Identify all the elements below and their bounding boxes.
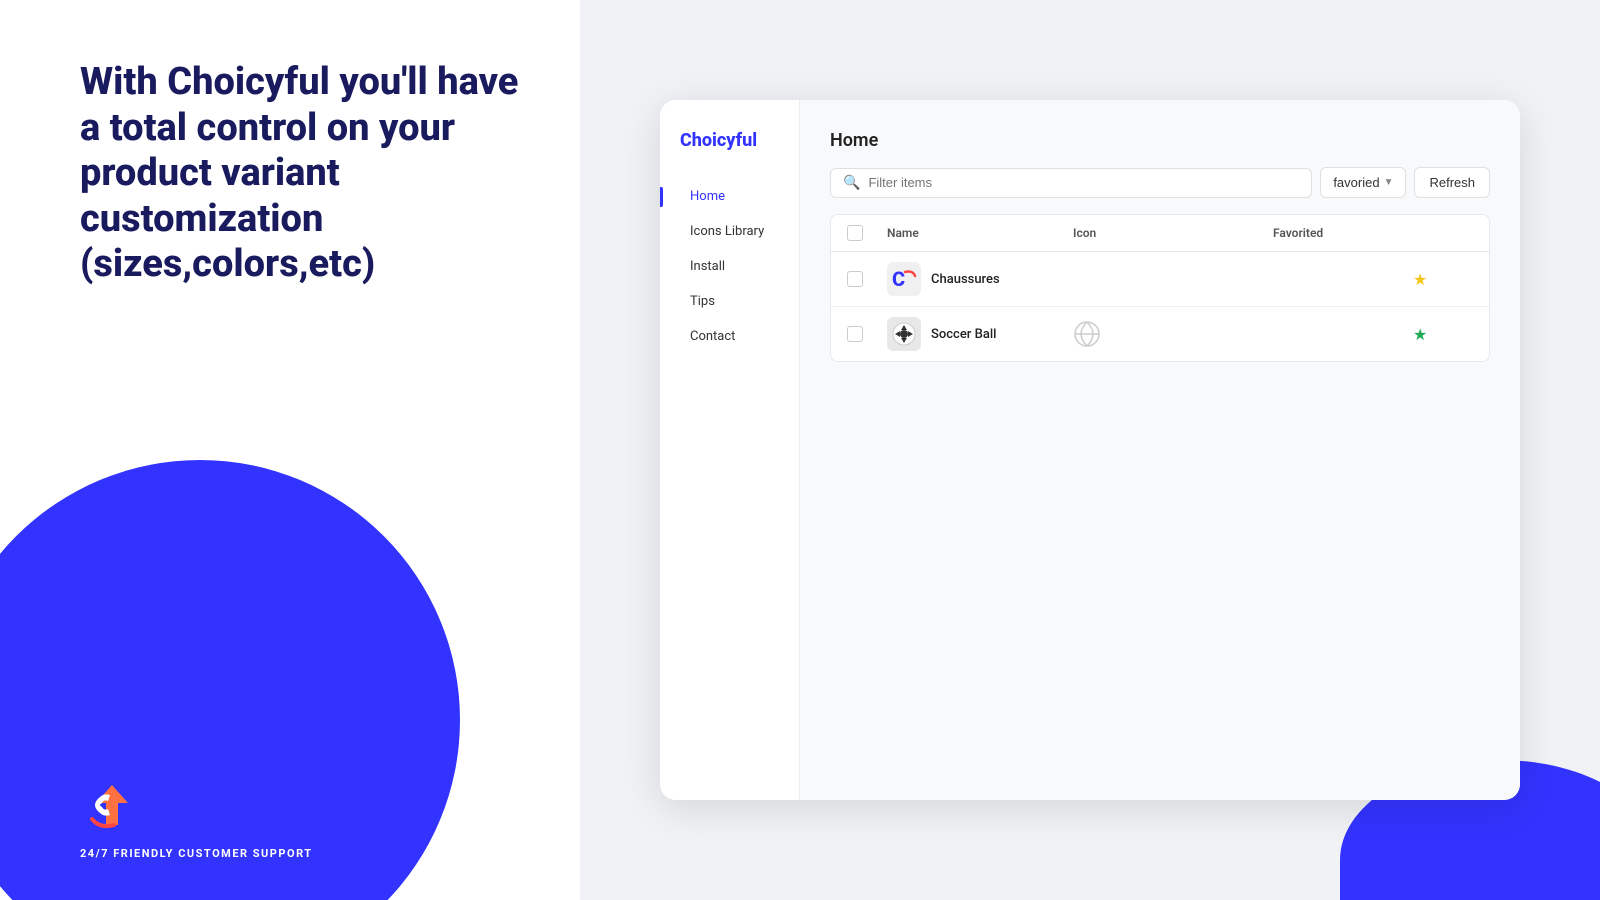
row2-checkbox[interactable] xyxy=(847,326,863,342)
page-title: Home xyxy=(830,130,1490,151)
headline: With Choicyful you'll have a total contr… xyxy=(80,60,530,288)
row1-thumbnail: C xyxy=(887,262,921,296)
sidebar-item-home[interactable]: Home xyxy=(680,181,779,212)
main-content: Home 🔍 favoried ▼ Refresh xyxy=(800,100,1520,800)
chevron-down-icon: ▼ xyxy=(1384,177,1394,188)
row1-name-cell: C Chaussures xyxy=(887,262,1073,296)
row1-checkbox-cell xyxy=(847,271,887,287)
sidebar: Choicyful Home Icons Library Install Tip… xyxy=(660,100,800,800)
row1-star-icon[interactable]: ★ xyxy=(1413,270,1427,289)
choicyful-logo-bottom xyxy=(80,775,140,835)
filter-label: favoried xyxy=(1333,175,1379,190)
row2-name-cell: Soccer Ball xyxy=(887,317,1073,351)
svg-text:C: C xyxy=(892,267,905,291)
support-text: 24/7 FRIENDLY CUSTOMER SUPPORT xyxy=(80,847,313,860)
toolbar: 🔍 favoried ▼ Refresh xyxy=(830,167,1490,198)
header-favorited: Favorited xyxy=(1273,226,1413,240)
sidebar-item-contact[interactable]: Contact xyxy=(680,321,779,352)
header-name: Name xyxy=(887,226,1073,240)
refresh-button[interactable]: Refresh xyxy=(1414,167,1490,198)
sidebar-item-tips[interactable]: Tips xyxy=(680,286,779,317)
header-checkbox-cell xyxy=(847,225,887,241)
sidebar-nav: Home Icons Library Install Tips Contact xyxy=(680,181,779,352)
row2-star-icon[interactable]: ★ xyxy=(1413,325,1427,344)
search-input[interactable] xyxy=(868,175,1299,190)
chaussures-icon: C xyxy=(887,262,921,296)
table-header: Name Icon Favorited xyxy=(831,215,1489,252)
sidebar-logo: Choicyful xyxy=(680,130,779,151)
table-row: Soccer Ball ★ xyxy=(831,307,1489,361)
app-window: Choicyful Home Icons Library Install Tip… xyxy=(660,100,1520,800)
filter-button[interactable]: favoried ▼ xyxy=(1320,167,1406,198)
bottom-left-area: 24/7 FRIENDLY CUSTOMER SUPPORT xyxy=(80,775,313,860)
search-wrapper: 🔍 xyxy=(830,168,1312,198)
row2-name: Soccer Ball xyxy=(931,327,996,342)
right-panel: Choicyful Home Icons Library Install Tip… xyxy=(580,0,1600,900)
sidebar-item-icons-library[interactable]: Icons Library xyxy=(680,216,779,247)
row1-checkbox[interactable] xyxy=(847,271,863,287)
row1-name: Chaussures xyxy=(931,272,1000,287)
sidebar-item-install[interactable]: Install xyxy=(680,251,779,282)
soccer-ball-thumbnail xyxy=(887,317,921,351)
row2-checkbox-cell xyxy=(847,326,887,342)
row2-star-cell[interactable]: ★ xyxy=(1413,325,1473,344)
row2-thumbnail xyxy=(887,317,921,351)
left-panel: With Choicyful you'll have a total contr… xyxy=(0,0,580,900)
basketball-icon xyxy=(1073,320,1101,348)
row1-star-cell[interactable]: ★ xyxy=(1413,270,1473,289)
items-table: Name Icon Favorited xyxy=(830,214,1490,362)
table-row: C Chaussures ★ xyxy=(831,252,1489,307)
header-icon: Icon xyxy=(1073,226,1273,240)
header-checkbox[interactable] xyxy=(847,225,863,241)
search-icon: 🔍 xyxy=(843,175,860,191)
row2-icon-cell xyxy=(1073,320,1273,348)
